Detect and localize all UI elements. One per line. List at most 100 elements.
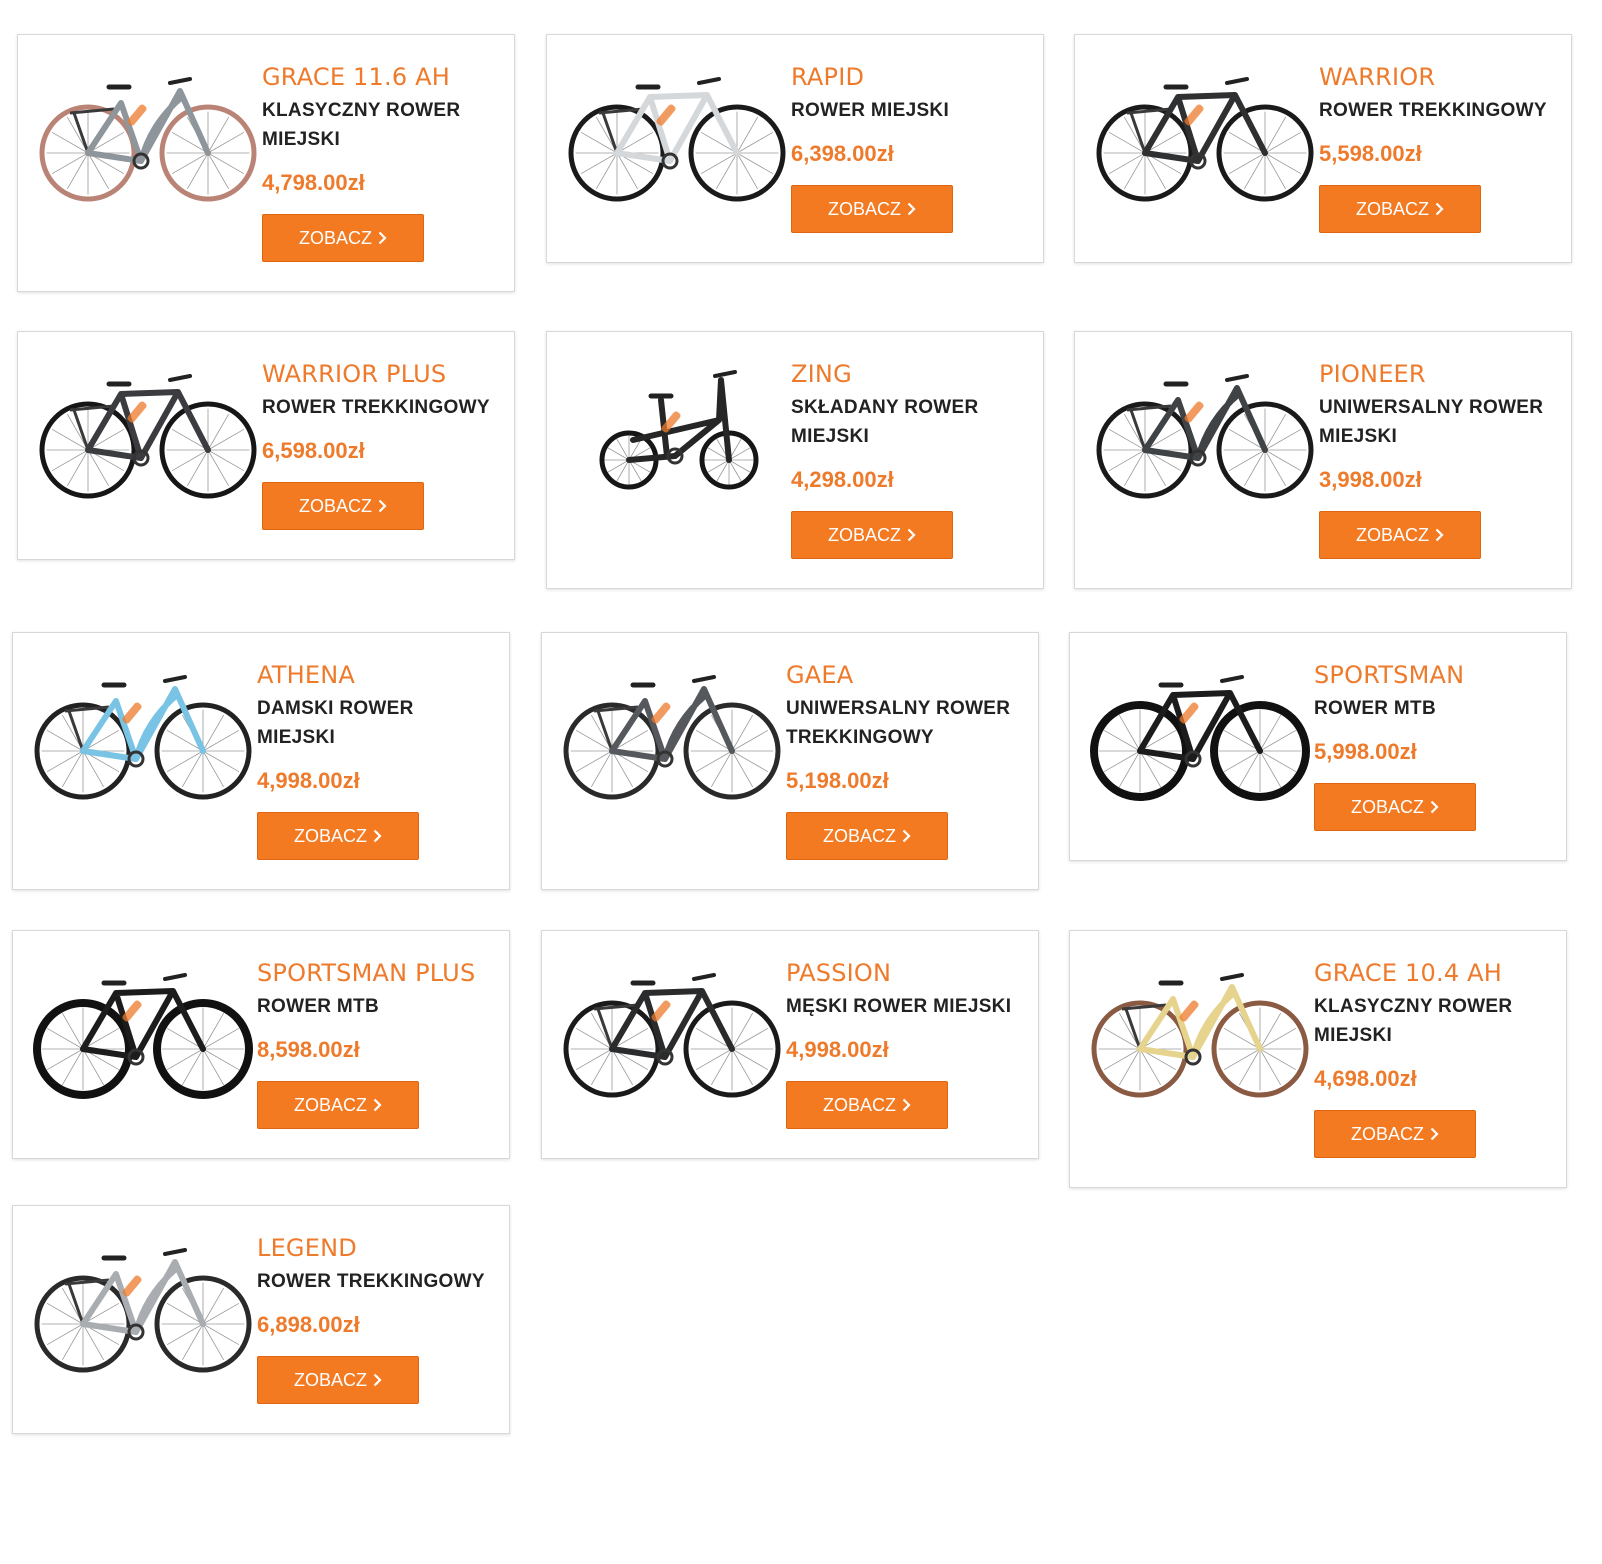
bike-city-grey-icon	[38, 55, 258, 205]
product-card-athena: ATHENA DAMSKI ROWER MIEJSKI 4,998.00zł Z…	[12, 632, 510, 890]
product-price: 3,998.00zł	[1319, 467, 1422, 492]
product-card-sportsman: SPORTSMAN ROWER MTB 5,998.00zł ZOBACZ	[1069, 632, 1567, 861]
button-label: ZOBACZ	[293, 825, 367, 846]
product-price: 5,998.00zł	[1314, 739, 1417, 764]
product-name[interactable]: GRACE 11.6 AH	[262, 61, 502, 93]
product-type: ROWER MTB	[1314, 698, 1436, 719]
zobacz-button[interactable]: ZOBACZ	[262, 214, 424, 262]
chevron-right-icon	[373, 1098, 382, 1112]
product-type: ROWER TREKKINGOWY	[262, 397, 490, 418]
product-card-zing: ZING SKŁADANY ROWER MIEJSKI 4,298.00zł Z…	[546, 331, 1044, 589]
zobacz-button[interactable]: ZOBACZ	[257, 1081, 419, 1129]
product-card-rapid: RAPID ROWER MIEJSKI 6,398.00zł ZOBACZ	[546, 34, 1044, 263]
zobacz-button[interactable]: ZOBACZ	[786, 1081, 948, 1129]
product-type: SKŁADANY ROWER MIEJSKI	[791, 397, 979, 447]
product-photo[interactable]	[1095, 55, 1315, 205]
bike-trekking-icon	[562, 653, 782, 803]
product-photo[interactable]	[567, 352, 787, 502]
product-price: 4,698.00zł	[1314, 1066, 1417, 1091]
product-name[interactable]: WARRIOR	[1319, 61, 1559, 93]
product-photo[interactable]	[38, 55, 258, 205]
product-photo[interactable]	[33, 951, 253, 1101]
product-photo[interactable]	[562, 951, 782, 1101]
product-card-warrior-plus: WARRIOR PLUS ROWER TREKKINGOWY 6,598.00z…	[17, 331, 515, 560]
product-photo[interactable]	[38, 352, 258, 502]
bike-folding-icon	[567, 352, 787, 502]
product-type: UNIWERSALNY ROWER MIEJSKI	[1319, 397, 1544, 447]
bike-city-dark-icon	[1095, 352, 1315, 502]
chevron-right-icon	[907, 202, 916, 216]
bike-mtb-icon	[1090, 653, 1310, 803]
product-card-warrior: WARRIOR ROWER TREKKINGOWY 5,598.00zł ZOB…	[1074, 34, 1572, 263]
zobacz-button[interactable]: ZOBACZ	[791, 511, 953, 559]
button-label: ZOBACZ	[293, 1369, 367, 1390]
zobacz-button[interactable]: ZOBACZ	[786, 812, 948, 860]
chevron-right-icon	[1435, 202, 1444, 216]
zobacz-button[interactable]: ZOBACZ	[1314, 1110, 1476, 1158]
product-price: 6,398.00zł	[791, 141, 894, 166]
zobacz-button[interactable]: ZOBACZ	[1319, 511, 1481, 559]
chevron-right-icon	[378, 499, 387, 513]
zobacz-button[interactable]: ZOBACZ	[791, 185, 953, 233]
product-name[interactable]: PASSION	[786, 957, 1026, 989]
product-name[interactable]: ZING	[791, 358, 1031, 390]
product-name[interactable]: PIONEER	[1319, 358, 1559, 390]
product-name[interactable]: GRACE 10.4 AH	[1314, 957, 1554, 989]
product-price: 4,798.00zł	[262, 170, 365, 195]
chevron-right-icon	[1430, 1127, 1439, 1141]
product-card-legend: LEGEND ROWER TREKKINGOWY 6,898.00zł ZOBA…	[12, 1205, 510, 1434]
product-name[interactable]: RAPID	[791, 61, 1031, 93]
bike-ladies-icon	[33, 653, 253, 803]
product-name[interactable]: SPORTSMAN PLUS	[257, 957, 497, 989]
product-type: UNIWERSALNY ROWER TREKKINGOWY	[786, 698, 1011, 748]
button-label: ZOBACZ	[293, 1094, 367, 1115]
product-name[interactable]: GAEA	[786, 659, 1026, 691]
button-label: ZOBACZ	[298, 227, 372, 248]
product-photo[interactable]	[567, 55, 787, 205]
product-photo[interactable]	[1090, 653, 1310, 803]
product-photo[interactable]	[1095, 352, 1315, 502]
product-photo[interactable]	[562, 653, 782, 803]
product-price: 4,998.00zł	[786, 1037, 889, 1062]
button-label: ZOBACZ	[827, 524, 901, 545]
product-card-passion: PASSION MĘSKI ROWER MIEJSKI 4,998.00zł Z…	[541, 930, 1039, 1159]
chevron-right-icon	[907, 528, 916, 542]
product-card-pioneer: PIONEER UNIWERSALNY ROWER MIEJSKI 3,998.…	[1074, 331, 1572, 589]
button-label: ZOBACZ	[1350, 796, 1424, 817]
product-price: 4,298.00zł	[791, 467, 894, 492]
chevron-right-icon	[373, 829, 382, 843]
product-price: 6,598.00zł	[262, 438, 365, 463]
product-card-gaea: GAEA UNIWERSALNY ROWER TREKKINGOWY 5,198…	[541, 632, 1039, 890]
button-label: ZOBACZ	[827, 198, 901, 219]
product-price: 6,898.00zł	[257, 1312, 360, 1337]
product-price: 5,598.00zł	[1319, 141, 1422, 166]
bike-mtb-icon	[33, 951, 253, 1101]
product-type: KLASYCZNY ROWER MIEJSKI	[262, 100, 461, 150]
product-photo[interactable]	[1090, 951, 1310, 1101]
product-name[interactable]: SPORTSMAN	[1314, 659, 1554, 691]
product-photo[interactable]	[33, 1226, 253, 1376]
button-label: ZOBACZ	[822, 825, 896, 846]
product-photo[interactable]	[33, 653, 253, 803]
button-label: ZOBACZ	[1355, 198, 1429, 219]
product-name[interactable]: WARRIOR PLUS	[262, 358, 502, 390]
product-type: ROWER MTB	[257, 996, 379, 1017]
bike-city-white-icon	[567, 55, 787, 205]
button-label: ZOBACZ	[822, 1094, 896, 1115]
chevron-right-icon	[902, 1098, 911, 1112]
zobacz-button[interactable]: ZOBACZ	[1314, 783, 1476, 831]
product-name[interactable]: ATHENA	[257, 659, 497, 691]
product-type: ROWER TREKKINGOWY	[257, 1271, 485, 1292]
product-card-grace-10-4: GRACE 10.4 AH KLASYCZNY ROWER MIEJSKI 4,…	[1069, 930, 1567, 1188]
button-label: ZOBACZ	[1350, 1123, 1424, 1144]
bike-city-cream-icon	[1090, 951, 1310, 1101]
chevron-right-icon	[1435, 528, 1444, 542]
zobacz-button[interactable]: ZOBACZ	[257, 1356, 419, 1404]
zobacz-button[interactable]: ZOBACZ	[1319, 185, 1481, 233]
product-type: ROWER MIEJSKI	[791, 100, 950, 121]
zobacz-button[interactable]: ZOBACZ	[262, 482, 424, 530]
zobacz-button[interactable]: ZOBACZ	[257, 812, 419, 860]
product-name[interactable]: LEGEND	[257, 1232, 497, 1264]
product-price: 5,198.00zł	[786, 768, 889, 793]
chevron-right-icon	[373, 1373, 382, 1387]
